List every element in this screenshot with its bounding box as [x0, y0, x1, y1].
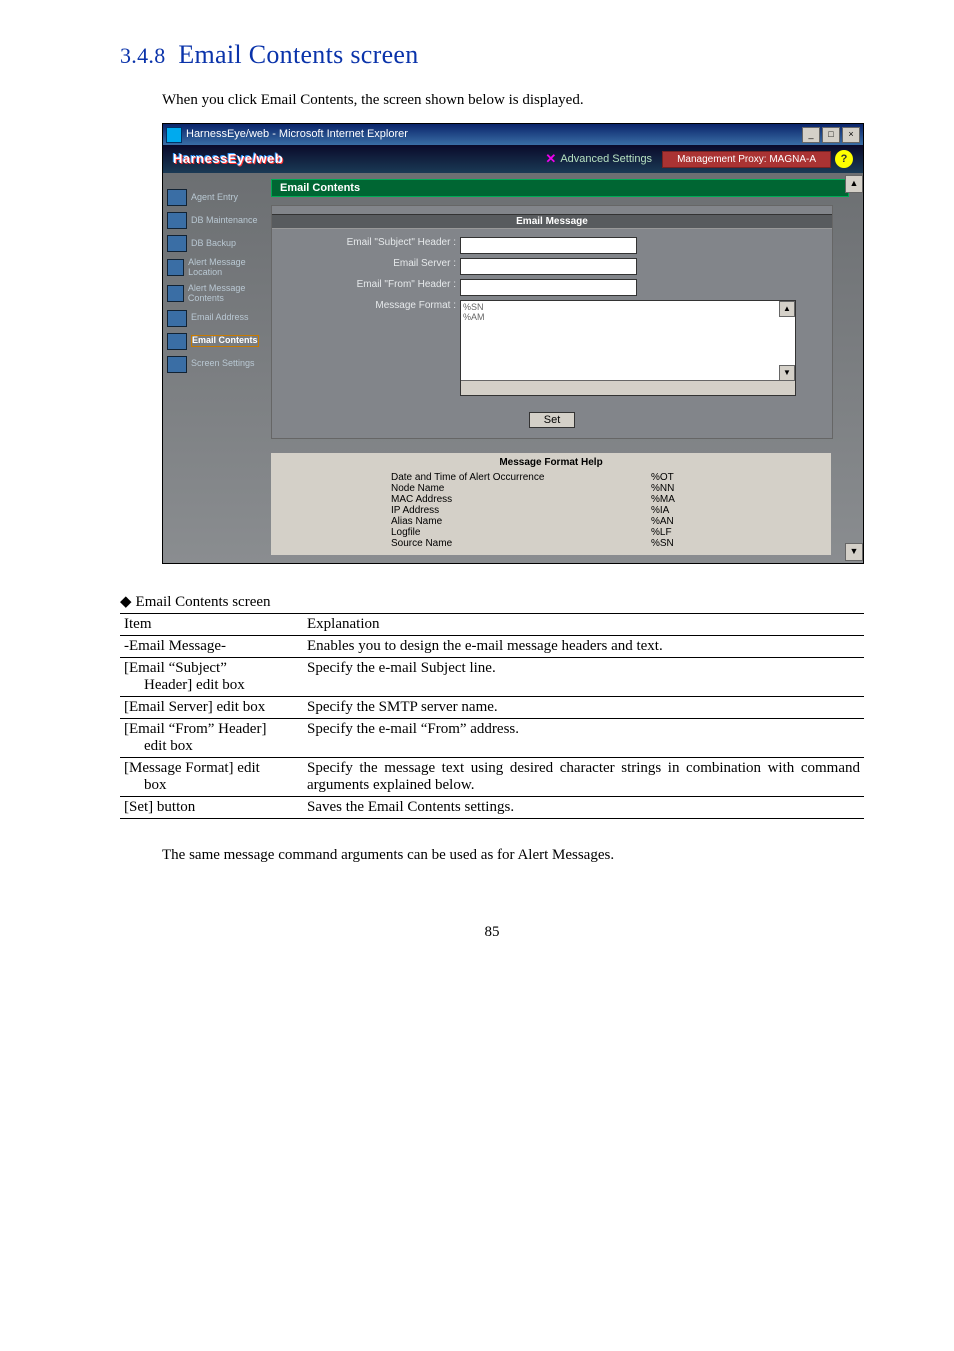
col-item: Item	[120, 614, 303, 636]
panel-title: Email Contents	[271, 179, 849, 197]
email-cont-icon	[167, 333, 187, 350]
email-addr-icon	[167, 310, 187, 327]
help-row: Logfile%LF	[271, 527, 831, 538]
sidebar-item-screen-settings[interactable]: Screen Settings	[163, 354, 271, 375]
window-title: HarnessEye/web - Microsoft Internet Expl…	[186, 128, 408, 140]
col-explanation: Explanation	[303, 614, 864, 636]
message-format-help: Message Format Help Date and Time of Ale…	[271, 453, 831, 555]
backup-icon	[167, 235, 187, 252]
app-header: HarnessEye/web ✕ Advanced Settings Manag…	[163, 145, 863, 173]
page-heading: 3.4.8 Email Contents screen	[120, 40, 864, 70]
sidebar-item-email-address[interactable]: Email Address	[163, 308, 271, 329]
from-input[interactable]	[460, 279, 637, 296]
ie-icon	[166, 127, 182, 143]
management-proxy-label: Management Proxy: MAGNA-A	[662, 151, 831, 168]
screen-icon	[167, 356, 187, 373]
advanced-settings-link[interactable]: ✕ Advanced Settings	[535, 152, 662, 166]
textarea-scroll-up-icon[interactable]: ▲	[779, 301, 795, 317]
window-titlebar: HarnessEye/web - Microsoft Internet Expl…	[163, 124, 863, 145]
textarea-scroll-down-icon[interactable]: ▼	[779, 365, 795, 381]
alert-loc-icon	[167, 259, 184, 276]
subject-input[interactable]	[460, 237, 637, 254]
help-row: Node Name%NN	[271, 483, 831, 494]
sidebar-item-alert-contents[interactable]: Alert Message Contents	[163, 282, 271, 306]
scrollbar-up-icon[interactable]: ▲	[845, 175, 863, 193]
section-number: 3.4.8	[120, 43, 166, 68]
help-row: Source Name%SN	[271, 538, 831, 549]
form-section-title: Email Message	[272, 214, 832, 229]
table-row: [Email “From” Header]edit box Specify th…	[120, 719, 864, 758]
scrollbar-down-icon[interactable]: ▼	[845, 543, 863, 561]
server-input[interactable]	[460, 258, 637, 275]
help-icon[interactable]: ?	[835, 150, 853, 168]
format-textarea[interactable]: %SN %AM ▲ ▼	[460, 300, 796, 396]
table-row: [Set] button Saves the Email Contents se…	[120, 797, 864, 819]
help-row: Alias Name%AN	[271, 516, 831, 527]
table-row: [Email “Subject”Header] edit box Specify…	[120, 658, 864, 697]
db-icon	[167, 212, 187, 229]
section-title: Email Contents screen	[178, 40, 418, 69]
help-row: MAC Address%MA	[271, 494, 831, 505]
help-row: IP Address%IA	[271, 505, 831, 516]
table-caption: Email Contents screen	[120, 592, 864, 611]
from-label: Email "From" Header :	[272, 279, 460, 290]
set-button[interactable]: Set	[529, 412, 576, 428]
table-header-row: Item Explanation	[120, 614, 864, 636]
sidebar-nav: Agent Entry DB Maintenance DB Backup Ale…	[163, 173, 271, 563]
table-row: -Email Message- Enables you to design th…	[120, 636, 864, 658]
explanation-table: Item Explanation -Email Message- Enables…	[120, 613, 864, 819]
format-label: Message Format :	[272, 300, 460, 311]
sidebar-item-db-maintenance[interactable]: DB Maintenance	[163, 210, 271, 231]
page-number: 85	[120, 924, 864, 941]
minimize-icon[interactable]: _	[802, 127, 820, 143]
sidebar-item-db-backup[interactable]: DB Backup	[163, 233, 271, 254]
email-message-form: Email Message Email "Subject" Header : E…	[271, 205, 833, 439]
agent-icon	[167, 189, 187, 206]
help-row: Date and Time of Alert Occurrence%OT	[271, 472, 831, 483]
sidebar-item-alert-location[interactable]: Alert Message Location	[163, 256, 271, 280]
alert-cont-icon	[167, 285, 184, 302]
close-icon[interactable]: ×	[842, 127, 860, 143]
table-row: [Email Server] edit box Specify the SMTP…	[120, 697, 864, 719]
server-label: Email Server :	[272, 258, 460, 269]
help-title: Message Format Help	[271, 453, 831, 472]
embedded-screenshot: HarnessEye/web - Microsoft Internet Expl…	[162, 123, 864, 564]
textarea-hscrollbar[interactable]	[461, 380, 795, 395]
sidebar-item-agent-entry[interactable]: Agent Entry	[163, 187, 271, 208]
footnote: The same message command arguments can b…	[162, 847, 864, 864]
subject-label: Email "Subject" Header :	[272, 237, 460, 248]
intro-text: When you click Email Contents, the scree…	[162, 92, 864, 109]
table-row: [Message Format] editbox Specify the mes…	[120, 758, 864, 797]
tools-icon: ✕	[545, 152, 556, 166]
app-logo: HarnessEye/web	[173, 152, 283, 166]
content-panel: ▲ Email Contents Email Message Email "Su…	[271, 173, 863, 563]
maximize-icon[interactable]: □	[822, 127, 840, 143]
sidebar-item-email-contents[interactable]: Email Contents	[163, 331, 271, 352]
